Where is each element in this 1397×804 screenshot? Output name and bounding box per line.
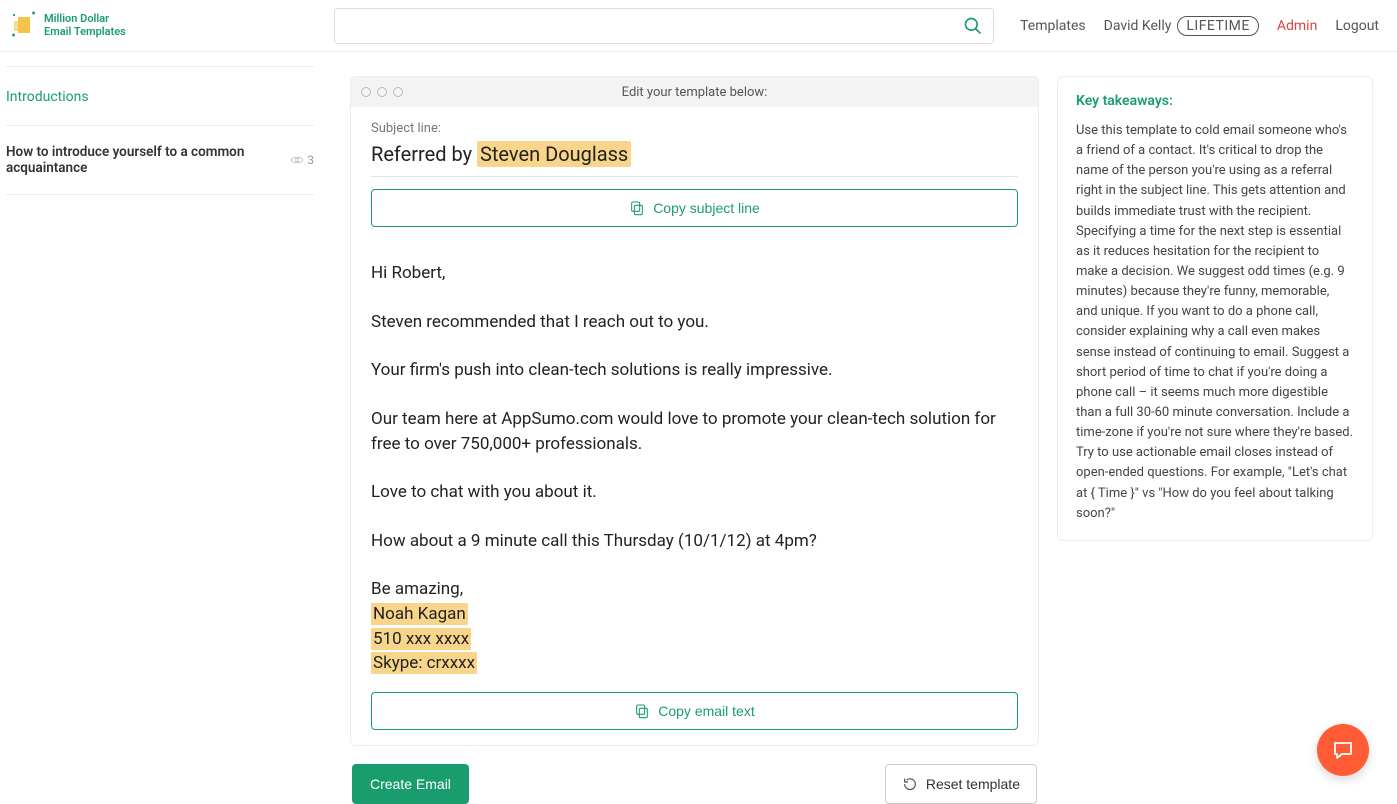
copy-icon	[629, 200, 645, 216]
subject-prefix: Referred by	[371, 142, 477, 166]
body-p4: Love to chat with you about it.	[371, 480, 1018, 505]
logo-text: Million Dollar Email Templates	[44, 13, 126, 38]
nav-logout[interactable]: Logout	[1335, 18, 1379, 34]
subject-line[interactable]: Referred by Steven Douglass	[371, 142, 1018, 177]
signoff: Be amazing,	[371, 579, 463, 599]
logo[interactable]: Million Dollar Email Templates	[6, 10, 316, 42]
copy-email-button[interactable]: Copy email text	[371, 692, 1018, 730]
nav-admin[interactable]: Admin	[1277, 18, 1317, 34]
body-p5: How about a 9 minute call this Thursday …	[371, 529, 1018, 554]
editor-body: Subject line: Referred by Steven Douglas…	[351, 107, 1038, 746]
header: Million Dollar Email Templates Templates…	[0, 0, 1397, 52]
search-wrap	[316, 8, 1020, 44]
nav-templates[interactable]: Templates	[1020, 18, 1086, 34]
editor-card: Edit your template below: Subject line: …	[350, 76, 1039, 746]
editor-topbar: Edit your template below:	[351, 77, 1038, 107]
user-name: David Kelly	[1104, 18, 1172, 34]
greeting: Hi Robert,	[371, 261, 1018, 286]
logo-icon	[8, 10, 40, 42]
right-column: Key takeaways: Use this template to cold…	[1057, 52, 1397, 804]
subject-highlight: Steven Douglass	[477, 141, 631, 167]
reset-icon	[902, 776, 918, 792]
nav-user[interactable]: David Kelly LIFETIME	[1104, 16, 1259, 36]
views-count: 3	[307, 153, 314, 167]
views-badge: 3	[290, 153, 314, 167]
takeaways-title: Key takeaways:	[1076, 93, 1354, 109]
copy-icon	[634, 703, 650, 719]
body-p2: Your firm's push into clean-tech solutio…	[371, 358, 1018, 383]
body-p3: Our team here at AppSumo.com would love …	[371, 407, 1018, 456]
email-body[interactable]: Hi Robert, Steven recommended that I rea…	[371, 261, 1018, 676]
editor-hint: Edit your template below:	[351, 85, 1038, 100]
create-email-button[interactable]: Create Email	[352, 764, 469, 804]
actions-row: Create Email Reset template	[350, 764, 1039, 804]
nav-right: Templates David Kelly LIFETIME Admin Log…	[1020, 16, 1387, 36]
center-column: Edit your template below: Subject line: …	[320, 52, 1057, 804]
sig-phone: 510 xxx xxxx	[371, 628, 471, 650]
takeaways-card: Key takeaways: Use this template to cold…	[1057, 76, 1373, 541]
body-p1: Steven recommended that I reach out to y…	[371, 310, 1018, 335]
signature-block: Be amazing, Noah Kagan 510 xxx xxxx Skyp…	[371, 577, 1018, 676]
lifetime-badge: LIFETIME	[1177, 16, 1259, 36]
chat-icon	[1331, 738, 1355, 762]
copy-subject-button[interactable]: Copy subject line	[371, 189, 1018, 227]
takeaways-body: Use this template to cold email someone …	[1076, 121, 1354, 524]
eye-icon	[290, 153, 304, 167]
chat-fab[interactable]	[1317, 724, 1369, 776]
search-input[interactable]	[334, 8, 994, 44]
sidebar-item-title: How to introduce yourself to a common ac…	[6, 144, 290, 176]
subject-label: Subject line:	[371, 121, 1018, 136]
sig-skype: Skype: crxxxx	[371, 652, 477, 674]
sidebar-item-intro-common-acquaintance[interactable]: How to introduce yourself to a common ac…	[6, 126, 314, 195]
layout: Introductions How to introduce yourself …	[0, 52, 1397, 804]
sidebar: Introductions How to introduce yourself …	[0, 52, 320, 804]
search-icon	[963, 16, 983, 36]
reset-template-button[interactable]: Reset template	[885, 764, 1037, 804]
sidebar-category[interactable]: Introductions	[6, 66, 314, 126]
sig-name: Noah Kagan	[371, 603, 468, 625]
